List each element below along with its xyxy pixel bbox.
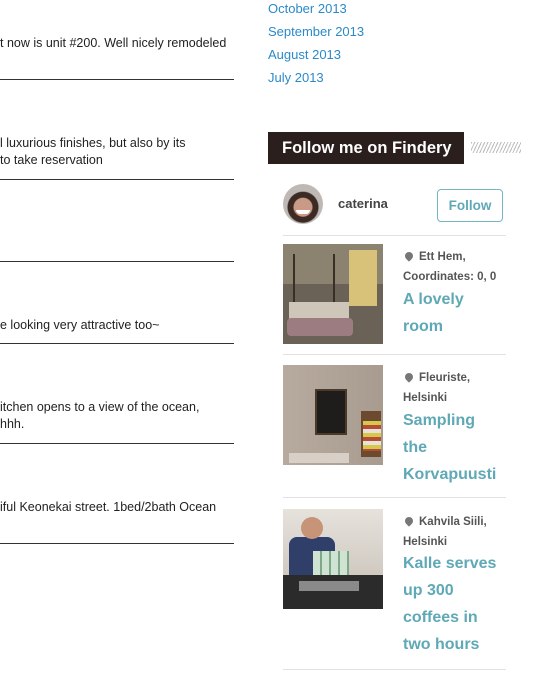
username[interactable]: caterina <box>338 196 388 211</box>
post-divider <box>0 79 234 80</box>
note-title[interactable]: A lovely room <box>403 286 507 340</box>
note-thumbnail[interactable] <box>283 244 383 344</box>
note-title-line[interactable]: Kalle serves <box>403 550 507 577</box>
findery-note[interactable]: Kahvila Siili, Helsinki Kalle serves up … <box>283 500 506 670</box>
note-title-line[interactable]: room <box>403 313 507 340</box>
note-place-detail: Helsinki <box>403 392 448 404</box>
note-title-line[interactable]: A lovely <box>403 286 507 313</box>
map-pin-icon <box>403 515 415 527</box>
note-place: Ett Hem, <box>419 251 466 263</box>
note-title-line[interactable]: the <box>403 434 507 461</box>
archive-link-july-2013[interactable]: July 2013 <box>268 70 324 85</box>
post-divider <box>0 443 234 444</box>
note-place: Fleuriste, <box>419 372 471 384</box>
note-title[interactable]: Sampling the Korvapuusti <box>403 407 507 488</box>
findery-note[interactable]: Ett Hem, Coordinates: 0, 0 A lovely room <box>283 235 506 355</box>
note-location: Fleuriste, Helsinki <box>403 368 508 408</box>
post-excerpt: iful Keonekai street. 1bed/2bath Ocean <box>0 500 217 514</box>
note-title-line[interactable]: coffees in <box>403 604 507 631</box>
post-divider <box>0 179 234 180</box>
post-excerpt: t now is unit #200. Well nicely remodele… <box>0 36 227 50</box>
post-excerpt-line: to take reservation <box>0 153 103 167</box>
follow-button[interactable]: Follow <box>437 189 503 222</box>
post-divider <box>0 543 234 544</box>
post-divider <box>0 261 234 262</box>
post-excerpt: e looking very attractive too~ <box>0 318 160 332</box>
note-location: Kahvila Siili, Helsinki <box>403 512 508 552</box>
decorative-hatch <box>471 142 521 153</box>
note-title-line[interactable]: two hours <box>403 631 507 658</box>
note-place-detail: Coordinates: 0, 0 <box>403 271 497 283</box>
note-place: Kahvila Siili, <box>419 516 487 528</box>
map-pin-icon <box>403 371 415 383</box>
post-excerpt: l luxurious finishes, but also by its to… <box>0 135 234 169</box>
note-thumbnail[interactable] <box>283 365 383 465</box>
avatar[interactable] <box>283 184 323 224</box>
note-title-line[interactable]: up 300 <box>403 577 507 604</box>
post-excerpt-line: l luxurious finishes, but also by its <box>0 136 186 150</box>
note-location: Ett Hem, Coordinates: 0, 0 <box>403 247 508 287</box>
note-title-line[interactable]: Korvapuusti <box>403 461 507 488</box>
post-excerpt: itchen opens to a view of the ocean, hhh… <box>0 399 234 433</box>
note-title-line[interactable]: Sampling <box>403 407 507 434</box>
findery-note[interactable]: Fleuriste, Helsinki Sampling the Korvapu… <box>283 356 506 498</box>
note-thumbnail[interactable] <box>283 509 383 609</box>
archive-link-october-2013[interactable]: October 2013 <box>268 1 347 16</box>
archive-link-august-2013[interactable]: August 2013 <box>268 47 341 62</box>
findery-widget-title: Follow me on Findery <box>268 132 464 164</box>
findery-profile: caterina Follow <box>283 183 506 236</box>
note-title[interactable]: Kalle serves up 300 coffees in two hours <box>403 550 507 658</box>
post-excerpt-line: itchen opens to a view of the ocean, <box>0 400 200 414</box>
post-divider <box>0 343 234 344</box>
note-place-detail: Helsinki <box>403 536 448 548</box>
post-excerpt-line: hhh. <box>0 417 25 431</box>
map-pin-icon <box>403 250 415 262</box>
archive-link-september-2013[interactable]: September 2013 <box>268 24 364 39</box>
